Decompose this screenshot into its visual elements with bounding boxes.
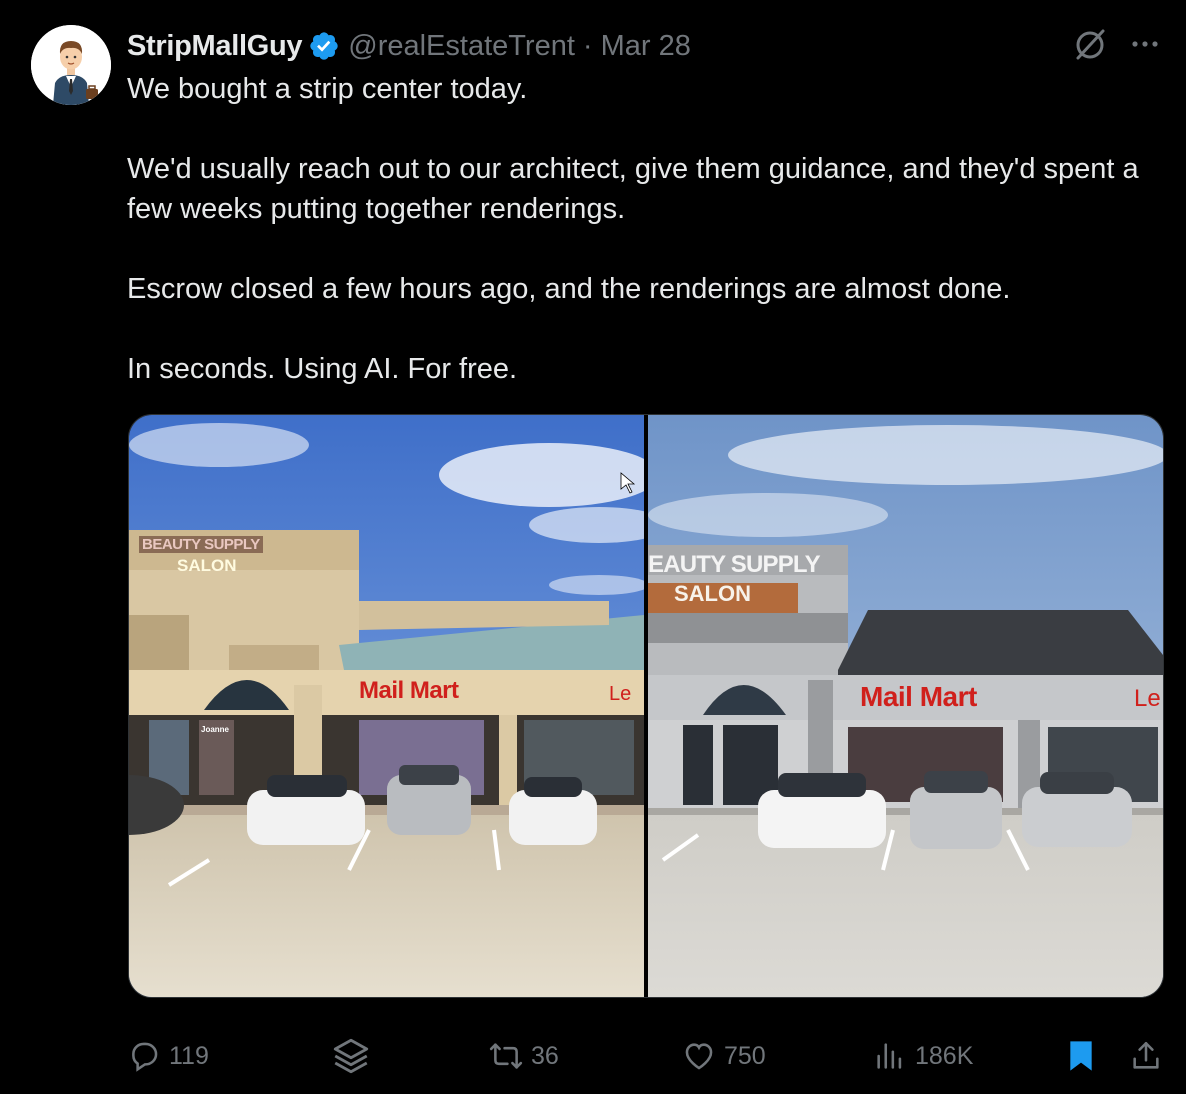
retweet-icon xyxy=(489,1039,523,1073)
tweet-paragraph: Escrow closed a few hours ago, and the r… xyxy=(127,273,1011,305)
bookmark-button[interactable] xyxy=(1065,1034,1097,1078)
bookmark-folder-button[interactable] xyxy=(330,1034,372,1078)
tweet-header: StripMallGuy @realEstateTrent · Mar 28 xyxy=(127,26,691,66)
beauty-supply-sign: BEAUTY SUPPLY xyxy=(139,536,263,553)
views-icon xyxy=(873,1039,907,1073)
author-handle[interactable]: @realEstateTrent xyxy=(348,30,575,63)
beauty-supply-sign: EAUTY SUPPLY xyxy=(648,551,821,578)
separator-dot: · xyxy=(582,29,593,62)
avatar[interactable] xyxy=(31,25,111,105)
views-button[interactable]: 186K xyxy=(873,1034,973,1078)
retweet-count: 36 xyxy=(531,1041,559,1070)
tweet-text: We bought a strip center today. We'd usu… xyxy=(127,69,1147,389)
original-photo[interactable]: BEAUTY SUPPLY SALON Mail Mart Le Joanne xyxy=(129,415,644,997)
window-text: Joanne xyxy=(201,725,230,734)
share-button[interactable] xyxy=(1129,1034,1163,1078)
verified-badge-icon xyxy=(308,30,340,62)
mail-mart-sign: Mail Mart xyxy=(860,681,977,712)
bookmark-icon xyxy=(1065,1038,1097,1074)
next-store-sign: Le xyxy=(609,683,632,705)
retweet-button[interactable]: 36 xyxy=(489,1034,559,1078)
like-count: 750 xyxy=(724,1041,766,1070)
salon-sign: SALON xyxy=(177,556,237,575)
layers-icon xyxy=(330,1035,372,1077)
more-icon[interactable] xyxy=(1125,26,1165,62)
reply-icon xyxy=(127,1039,161,1073)
like-button[interactable]: 750 xyxy=(682,1034,766,1078)
reply-count: 119 xyxy=(169,1041,209,1070)
tweet-paragraph: We bought a strip center today. xyxy=(127,73,528,105)
reply-button[interactable]: 119 xyxy=(127,1034,209,1078)
tweet-media[interactable]: BEAUTY SUPPLY SALON Mail Mart Le Joanne xyxy=(128,414,1164,998)
share-icon xyxy=(1129,1039,1163,1073)
action-bar: 119 36 750 186K xyxy=(127,1034,1167,1078)
next-store-sign: Le xyxy=(1134,685,1161,712)
tweet-paragraph: In seconds. Using AI. For free. xyxy=(127,353,518,385)
salon-sign: SALON xyxy=(674,581,751,606)
views-count: 186K xyxy=(915,1041,974,1070)
rendering-photo[interactable]: EAUTY SUPPLY SALON Mail Mart Le xyxy=(648,415,1163,997)
tweet-paragraph: We'd usually reach out to our architect,… xyxy=(127,153,1139,225)
avatar-illustration xyxy=(31,25,111,105)
mail-mart-sign: Mail Mart xyxy=(359,677,459,704)
heart-icon xyxy=(682,1039,716,1073)
grok-icon[interactable] xyxy=(1072,27,1108,63)
author-name[interactable]: StripMallGuy xyxy=(127,30,303,63)
tweet-date[interactable]: Mar 28 xyxy=(601,30,691,63)
